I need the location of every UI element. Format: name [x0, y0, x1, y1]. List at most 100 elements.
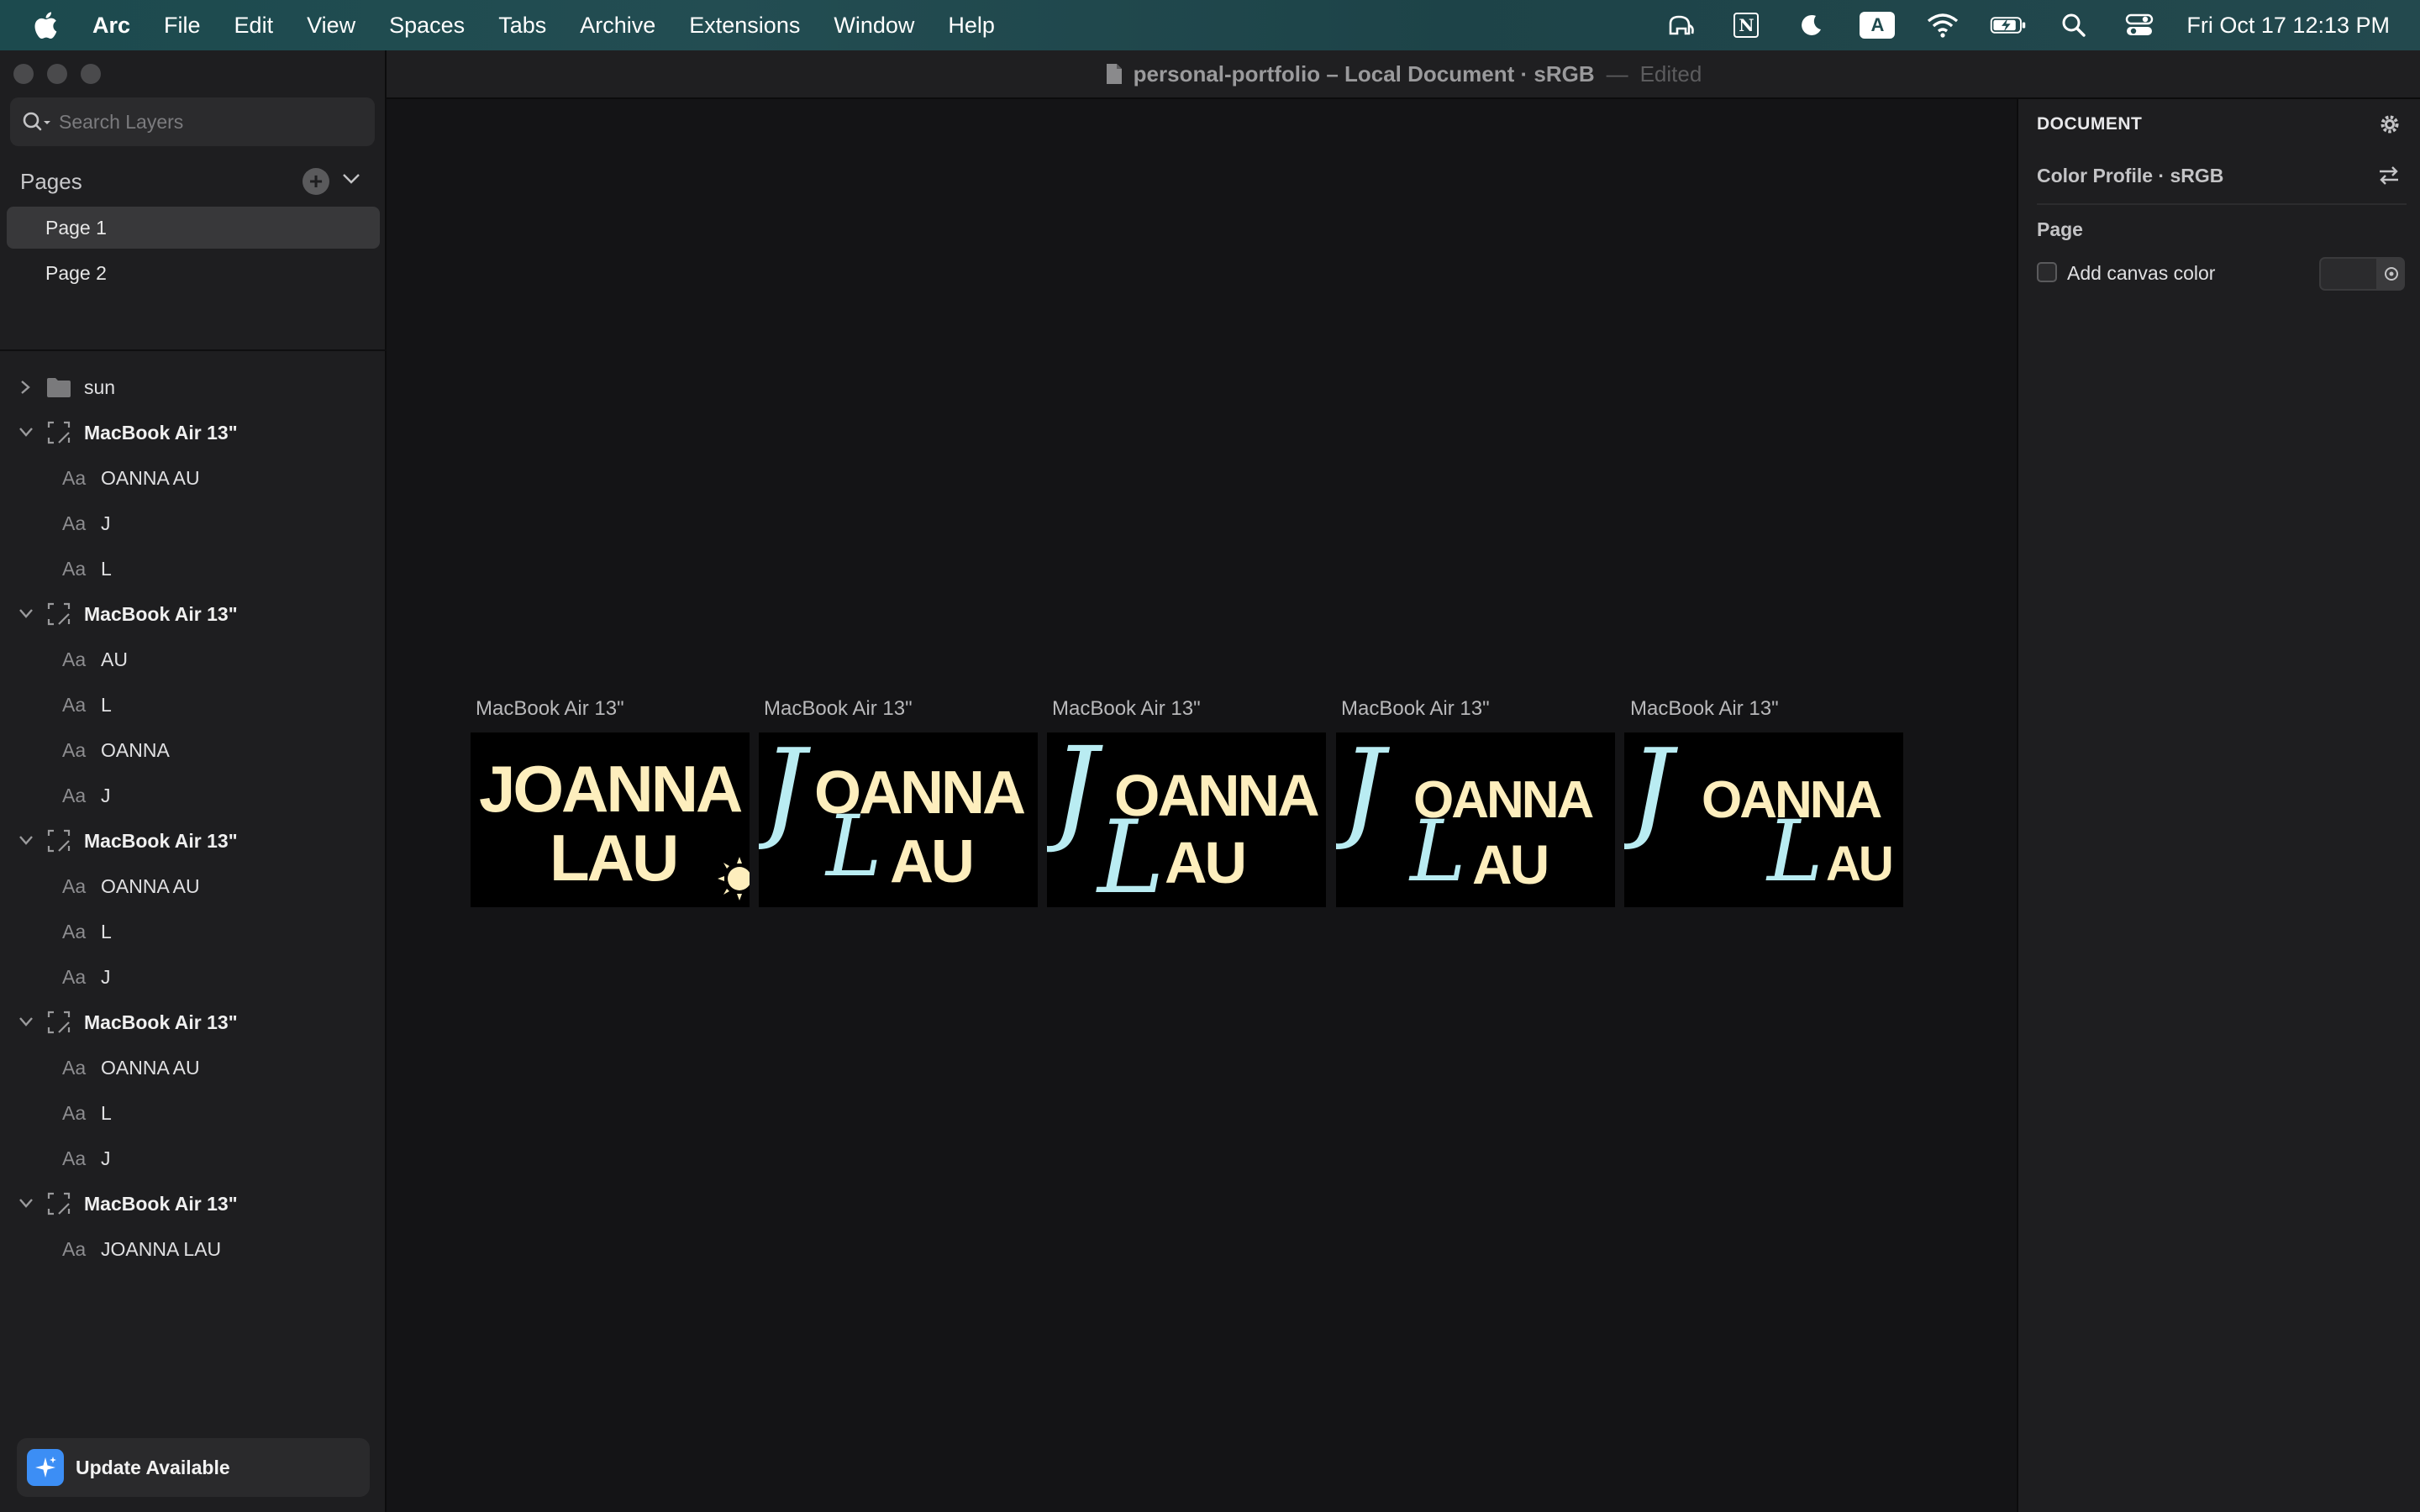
layer-artboard[interactable]: MacBook Air 13" [0, 591, 387, 637]
layer-artboard[interactable]: MacBook Air 13" [0, 410, 387, 455]
layer-name: MacBook Air 13" [84, 602, 238, 625]
layer-search-field[interactable]: Search Layers [10, 97, 375, 146]
design-canvas[interactable]: MacBook Air 13" JOANNA LAU MacBook Air 1… [388, 101, 2017, 1512]
menu-app-name[interactable]: Arc [92, 13, 130, 39]
layer-name: J [101, 1147, 111, 1169]
layer-text[interactable]: Aa OANNA AU [0, 864, 387, 909]
pages-title: Pages [20, 168, 82, 194]
layer-folder-sun[interactable]: sun [0, 365, 387, 410]
zoom-window-button[interactable] [81, 64, 101, 84]
artboard-script-letter: J [1341, 732, 1386, 853]
layer-name: MacBook Air 13" [84, 1192, 238, 1215]
chevron-down-icon[interactable] [18, 1015, 34, 1028]
artboard-preview[interactable]: J OANNA L AU [1624, 732, 1903, 907]
gear-icon[interactable] [2378, 113, 2402, 136]
wifi-icon[interactable] [1924, 10, 1961, 40]
pages-header: Pages + [20, 165, 366, 198]
artboard-script-letter: J [1629, 732, 1674, 853]
document-title: personal-portfolio – Local Document · sR… [1133, 60, 1595, 87]
layer-text[interactable]: Aa J [0, 501, 387, 546]
artboard-preview[interactable]: J OANNA L AU [1336, 732, 1615, 907]
menu-help[interactable]: Help [948, 13, 995, 39]
layer-artboard[interactable]: MacBook Air 13" [0, 1000, 387, 1045]
layer-text[interactable]: Aa JOANNA LAU [0, 1226, 387, 1272]
input-source-letter: A [1860, 12, 1896, 39]
chevron-down-icon[interactable] [18, 606, 34, 620]
layer-text[interactable]: Aa L [0, 682, 387, 727]
color-picker-icon[interactable] [2378, 257, 2405, 291]
control-center-icon[interactable] [2121, 10, 2158, 40]
layer-artboard[interactable]: MacBook Air 13" [0, 818, 387, 864]
add-page-button[interactable]: + [302, 168, 329, 195]
layer-text[interactable]: Aa J [0, 954, 387, 1000]
page-item-page-1[interactable]: Page 1 [7, 207, 380, 249]
layer-text[interactable]: Aa OANNA [0, 727, 387, 773]
canvas-color-checkbox[interactable] [2037, 262, 2057, 282]
update-available-button[interactable]: Update Available [17, 1438, 370, 1497]
text-layer-icon: Aa [62, 874, 87, 897]
menu-extensions[interactable]: Extensions [689, 13, 800, 39]
artboard-script-letter: L [1767, 802, 1823, 900]
layer-name: J [101, 512, 111, 534]
layer-text[interactable]: Aa OANNA AU [0, 455, 387, 501]
apple-icon[interactable] [30, 8, 64, 42]
artboard-label[interactable]: MacBook Air 13" [1341, 697, 1490, 721]
layer-name: MacBook Air 13" [84, 1011, 238, 1033]
canvas-color-well[interactable] [2319, 257, 2378, 291]
text-layer-icon: Aa [62, 1237, 87, 1260]
input-source-icon[interactable]: A [1859, 10, 1896, 40]
close-window-button[interactable] [13, 64, 34, 84]
chevron-down-icon[interactable] [18, 425, 34, 438]
artboard-text-line2: LAU [550, 821, 679, 895]
menu-window[interactable]: Window [834, 13, 914, 39]
search-placeholder: Search Layers [59, 110, 184, 133]
notion-icon[interactable]: N [1728, 10, 1765, 40]
chevron-down-icon[interactable] [18, 1196, 34, 1210]
layer-text[interactable]: Aa AU [0, 637, 387, 682]
artboard-text-line2: AU [1472, 833, 1549, 895]
chevron-down-icon[interactable] [18, 833, 34, 847]
artboard-label[interactable]: MacBook Air 13" [476, 697, 624, 721]
page-label: Page 1 [45, 216, 107, 239]
layer-text[interactable]: Aa L [0, 909, 387, 954]
artboard-preview[interactable]: J OANNA L AU [759, 732, 1038, 907]
elephant-icon[interactable] [1662, 10, 1699, 40]
layer-artboard[interactable]: MacBook Air 13" [0, 1181, 387, 1226]
search-icon [23, 112, 50, 131]
layer-text[interactable]: Aa J [0, 773, 387, 818]
layer-name: J [101, 784, 111, 806]
page-item-page-2[interactable]: Page 2 [7, 252, 380, 294]
layer-name: OANNA AU [101, 1056, 200, 1079]
artboard-preview[interactable]: JOANNA LAU [471, 732, 750, 907]
chevron-down-icon[interactable] [341, 171, 361, 186]
layer-text[interactable]: Aa L [0, 1090, 387, 1136]
minimize-window-button[interactable] [47, 64, 67, 84]
layer-text[interactable]: Aa OANNA AU [0, 1045, 387, 1090]
notion-letter: N [1733, 13, 1760, 38]
swap-arrows-icon[interactable] [2376, 163, 2402, 186]
layer-name: J [101, 965, 111, 988]
menubar-clock[interactable]: Fri Oct 17 12:13 PM [2186, 13, 2390, 39]
menu-edit[interactable]: Edit [234, 13, 274, 39]
canvas-color-label: Add canvas color [2067, 262, 2216, 284]
edited-indicator[interactable]: Edited [1640, 61, 1702, 87]
color-profile-label: Color Profile · sRGB [2037, 165, 2224, 186]
menu-archive[interactable]: Archive [580, 13, 655, 39]
menu-view[interactable]: View [307, 13, 355, 39]
update-label: Update Available [76, 1456, 230, 1478]
battery-icon[interactable] [1990, 10, 2027, 40]
chevron-right-icon[interactable] [18, 380, 32, 395]
artboard-preview[interactable]: J OANNA L AU [1047, 732, 1326, 907]
layer-text[interactable]: Aa L [0, 546, 387, 591]
artboard-label[interactable]: MacBook Air 13" [1052, 697, 1201, 721]
layer-name: JOANNA LAU [101, 1237, 222, 1260]
menu-spaces[interactable]: Spaces [389, 13, 465, 39]
text-layer-icon: Aa [62, 512, 87, 534]
artboard-label[interactable]: MacBook Air 13" [764, 697, 913, 721]
artboard-label[interactable]: MacBook Air 13" [1630, 697, 1779, 721]
moon-icon[interactable] [1793, 10, 1830, 40]
menu-tabs[interactable]: Tabs [498, 13, 546, 39]
spotlight-icon[interactable] [2055, 10, 2092, 40]
menu-file[interactable]: File [164, 13, 201, 39]
layer-text[interactable]: Aa J [0, 1136, 387, 1181]
